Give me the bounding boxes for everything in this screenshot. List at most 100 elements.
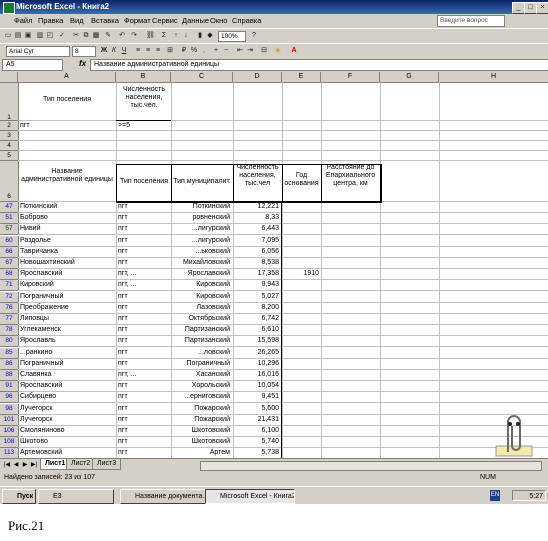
cell-municipality[interactable]: Шкотовский	[172, 437, 230, 446]
tab-sheet3[interactable]: Лист3	[92, 459, 122, 470]
chart-wizard-icon[interactable]: ▮	[196, 32, 204, 40]
preview-icon[interactable]: ◰	[46, 32, 54, 40]
cell-type[interactable]: пгт	[118, 292, 168, 301]
help-icon[interactable]: ?	[250, 32, 258, 40]
cell-type[interactable]: пгт	[118, 348, 168, 357]
row-header[interactable]: 71	[0, 280, 19, 291]
row-header[interactable]: 96	[0, 392, 19, 403]
cell-population[interactable]: 16,016	[234, 370, 279, 379]
cell-name[interactable]: Ярославский	[20, 381, 114, 390]
cell-type[interactable]: пгт	[118, 404, 168, 413]
row-header[interactable]: 85	[0, 348, 19, 359]
cell-name[interactable]: Шкотово	[20, 437, 114, 446]
cell-year[interactable]: 1910	[283, 269, 319, 278]
menu-format[interactable]: Формат	[124, 16, 151, 25]
bold-icon[interactable]: Ж	[100, 47, 108, 55]
row-header-2[interactable]: 2	[0, 121, 19, 131]
cell-population[interactable]: 9,943	[234, 280, 279, 289]
cell-type[interactable]: пгт	[118, 247, 168, 256]
open-icon[interactable]: ▤	[14, 32, 22, 40]
cell-municipality[interactable]: Партизанский	[172, 336, 230, 345]
column-header-b[interactable]: B	[116, 72, 171, 83]
row-header[interactable]: 78	[0, 325, 19, 336]
cell-type[interactable]: пгт	[118, 314, 168, 323]
cell-a1[interactable]: Тип поселения	[20, 96, 114, 104]
row-header[interactable]: 67	[0, 258, 19, 269]
row-header-6[interactable]: 6	[0, 161, 19, 202]
menu-edit[interactable]: Правка	[38, 16, 63, 25]
column-header-f[interactable]: F	[321, 72, 380, 83]
sort-descending-icon[interactable]: ↓	[182, 32, 190, 40]
borders-icon[interactable]: ⊟	[260, 47, 268, 55]
cell-municipality[interactable]: ...ьковский	[172, 247, 230, 256]
cell-population[interactable]: 5,738	[234, 448, 279, 457]
column-header-g[interactable]: G	[380, 72, 439, 83]
paste-icon[interactable]: ▦	[92, 32, 100, 40]
cell-municipality[interactable]: ...лигурский	[172, 236, 230, 245]
cell-name[interactable]: Углекаменск	[20, 325, 114, 334]
cell-municipality[interactable]: Михайловский	[172, 258, 230, 267]
row-header[interactable]: 113	[0, 448, 19, 458]
cell-name[interactable]: Нивий	[20, 224, 114, 233]
decrease-decimal-icon[interactable]: −	[222, 47, 230, 55]
cell-name[interactable]: Сибирцево	[20, 392, 114, 401]
column-header-d[interactable]: D	[233, 72, 282, 83]
column-header-a[interactable]: A	[18, 72, 116, 83]
cell-population[interactable]: 8,200	[234, 303, 279, 312]
cell-type[interactable]: пгт, ...	[118, 269, 168, 278]
save-icon[interactable]: ▣	[24, 32, 32, 40]
first-sheet-icon[interactable]: |◀	[3, 461, 11, 469]
cell-name[interactable]: Тавричанка	[20, 247, 114, 256]
row-header-3[interactable]: 3	[0, 131, 19, 141]
spelling-icon[interactable]: ✓	[58, 32, 66, 40]
cell-name[interactable]: Кировский	[20, 280, 114, 289]
cell-type[interactable]: пгт	[118, 258, 168, 267]
cell-type[interactable]: пгт	[118, 448, 168, 457]
fill-color-icon[interactable]: ◈	[274, 47, 282, 55]
align-center-icon[interactable]: ≡	[144, 47, 152, 55]
cell-a6[interactable]: Название административной единицы	[20, 168, 114, 184]
row-header[interactable]: 91	[0, 381, 19, 392]
align-left-icon[interactable]: ≡	[134, 47, 142, 55]
cell-type[interactable]: пгт	[118, 415, 168, 424]
cell-name[interactable]: Ярославский	[20, 269, 114, 278]
cell-municipality[interactable]: ровненский	[172, 213, 230, 222]
currency-icon[interactable]: ₽	[180, 47, 188, 55]
cell-municipality[interactable]: Пограничный	[172, 359, 231, 368]
row-header[interactable]: 76	[0, 303, 19, 314]
taskbar-item-e3[interactable]: E3	[38, 489, 114, 504]
select-all-corner[interactable]	[0, 72, 18, 83]
row-header[interactable]: 57	[0, 224, 19, 235]
sort-ascending-icon[interactable]: ↑	[172, 32, 180, 40]
cell-population[interactable]: 6,056	[234, 247, 279, 256]
cell-type[interactable]: пгт	[118, 336, 168, 345]
cell-type[interactable]: пгт	[118, 437, 168, 446]
taskbar-item-excel[interactable]: Microsoft Excel - Книга2	[205, 489, 295, 504]
font-color-icon[interactable]: A	[290, 47, 298, 55]
cell-type[interactable]: пгт, ...	[118, 280, 168, 289]
thousands-icon[interactable]: ,	[200, 47, 208, 55]
font-size-select[interactable]: 8	[72, 46, 96, 57]
cell-municipality[interactable]: Хорольский	[172, 381, 230, 390]
menu-help[interactable]: Справка	[232, 16, 261, 25]
last-sheet-icon[interactable]: ▶|	[30, 461, 38, 469]
cell-population[interactable]: 6,742	[234, 314, 279, 323]
cell-name[interactable]: Поткинский	[20, 202, 114, 211]
cell-name[interactable]: Смоляниново	[20, 426, 114, 435]
row-header[interactable]: 88	[0, 370, 19, 381]
cell-municipality[interactable]: Пожарский	[172, 404, 230, 413]
cell-population[interactable]: 6,610	[234, 325, 279, 334]
copy-icon[interactable]: ⧉	[82, 32, 90, 40]
increase-indent-icon[interactable]: ⇥	[246, 47, 254, 55]
cell-municipality[interactable]: ...ловский	[172, 348, 230, 357]
cell-name[interactable]: Преображение	[20, 303, 114, 312]
cell-population[interactable]: 10,296	[234, 359, 279, 368]
column-header-e[interactable]: E	[282, 72, 321, 83]
row-header[interactable]: 51	[0, 213, 19, 224]
prev-sheet-icon[interactable]: ◀	[12, 461, 20, 469]
row-header[interactable]: 60	[0, 236, 19, 247]
cell-name[interactable]: ...ранкино	[20, 348, 114, 357]
cell-a2[interactable]: пгт	[20, 121, 30, 130]
cell-name[interactable]: Новошахтинский	[20, 258, 114, 267]
cell-type[interactable]: пгт	[118, 213, 168, 222]
